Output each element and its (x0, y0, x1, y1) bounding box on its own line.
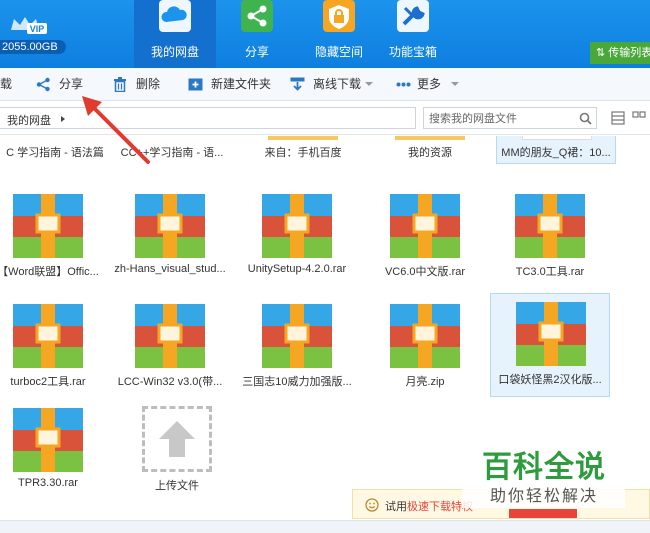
archive-file-icon (390, 304, 460, 368)
watermark-title: 百科全说 (482, 451, 606, 484)
smiley-icon (365, 498, 379, 512)
new-folder-button[interactable]: 新建文件夹 (188, 68, 271, 101)
file-item[interactable]: turboc2工具.rar (0, 296, 108, 400)
tab-label: 我的网盘 (150, 45, 199, 59)
delete-button[interactable]: 删除 (113, 68, 163, 101)
toolbar: 载 分享 删除 新建文件夹 离线下载 更多 (0, 68, 650, 101)
archive-file-icon (262, 194, 332, 258)
folder-item[interactable]: 我的资源 (370, 136, 490, 164)
file-item[interactable]: 月亮.zip (365, 296, 485, 400)
storage-quota: 2055.00GB (0, 40, 66, 54)
watermark: 百科全说 助你轻松解决 (462, 438, 625, 508)
file-name: VC6.0中文版.rar (384, 266, 466, 278)
file-item[interactable]: UnitySetup-4.2.0.rar (237, 186, 357, 290)
chevron-down-icon (365, 82, 373, 86)
archive-file-icon (262, 304, 332, 368)
chevron-down-icon (451, 82, 459, 86)
file-item[interactable]: 三国志10威力加强版... (237, 296, 357, 400)
archive-file-icon (13, 304, 83, 368)
file-name: zh-Hans_visual_stud... (114, 263, 226, 275)
file-name: CC++学习指南 - 语... (120, 147, 224, 159)
more-dots-icon (396, 82, 411, 87)
file-name: C 学习指南 - 语法篇 (6, 147, 104, 159)
cloud-icon (159, 0, 191, 32)
archive-file-icon (390, 194, 460, 258)
list-view-icon[interactable] (611, 111, 625, 125)
file-name: 三国志10威力加强版... (242, 376, 352, 388)
tab-toolbox[interactable]: 功能宝箱 (372, 0, 454, 68)
upload-label: 上传文件 (155, 480, 199, 492)
file-item[interactable]: 【Word联盟】Offic... (0, 186, 108, 290)
file-name: MM的朋友_Q裙：10... (501, 147, 611, 159)
file-name: 口袋妖怪黑2汉化版... (498, 374, 602, 386)
archive-file-icon (13, 194, 83, 258)
archive-file-icon (516, 302, 586, 366)
file-item[interactable]: C 学习指南 - 语法篇 (0, 136, 115, 164)
add-folder-icon (188, 78, 203, 91)
trial-text: 试用极速下载特权 (385, 501, 473, 513)
search-box[interactable] (423, 107, 597, 129)
search-icon[interactable] (579, 112, 592, 125)
file-item[interactable]: VC6.0中文版.rar (365, 186, 485, 290)
tab-label: 隐藏空间 (314, 45, 363, 59)
file-item[interactable]: CC++学习指南 - 语... (112, 136, 232, 164)
file-item[interactable]: 口袋妖怪黑2汉化版... (490, 293, 610, 397)
more-button[interactable]: 更多 (396, 68, 460, 101)
archive-file-icon (515, 194, 585, 258)
trial-cta-button[interactable] (509, 509, 577, 518)
tab-my-disk[interactable]: 我的网盘 (134, 0, 216, 68)
upload-file-button[interactable]: 上传文件 (117, 400, 237, 504)
archive-file-icon (13, 408, 83, 472)
file-name: LCC-Win32 v3.0(带... (117, 376, 223, 388)
file-item[interactable]: zh-Hans_visual_stud... (110, 186, 230, 290)
file-name: 【Word联盟】Offic... (0, 266, 99, 278)
folder-icon (395, 136, 465, 140)
file-item[interactable]: TC3.0工具.rar (490, 186, 610, 290)
share-icon (241, 0, 273, 32)
tab-hidden-space[interactable]: 隐藏空间 (298, 0, 380, 68)
transfer-list-button[interactable]: ⇅ 传输列表 (590, 42, 650, 64)
lock-icon (323, 0, 355, 32)
folder-icon (268, 136, 338, 140)
app-header: VIP 2055.00GB 我的网盘 分享 隐藏空间 功能宝箱 ⇅ 传输列表 (0, 0, 650, 68)
vip-badge: VIP (30, 24, 45, 34)
download-icon (290, 77, 305, 91)
toolbox-icon (397, 0, 429, 32)
watermark-subtitle: 助你轻松解决 (490, 488, 599, 505)
address-row: 我的网盘 (0, 101, 650, 135)
folder-name: 我的资源 (408, 147, 452, 159)
archive-file-icon (135, 194, 205, 258)
file-name: turboc2工具.rar (10, 376, 86, 388)
folder-name: 来自：手机百度 (264, 147, 342, 159)
breadcrumb[interactable]: 我的网盘 (0, 107, 416, 129)
breadcrumb-item[interactable]: 我的网盘 (7, 112, 51, 128)
share-button[interactable]: 分享 (36, 68, 86, 101)
file-name: TC3.0工具.rar (515, 266, 585, 278)
search-input[interactable] (429, 111, 569, 126)
folder-item[interactable]: 来自：手机百度 (243, 136, 363, 164)
status-bar (0, 520, 650, 533)
file-item[interactable]: TPR3.30.rar (0, 400, 108, 504)
file-name: TPR3.30.rar (18, 477, 78, 489)
share-icon (36, 77, 50, 92)
document-icon (522, 136, 592, 140)
tab-label: 功能宝箱 (388, 45, 437, 59)
file-name: 月亮.zip (405, 376, 445, 388)
chevron-right-icon[interactable] (61, 116, 65, 122)
trash-icon (114, 77, 126, 92)
archive-file-icon (135, 304, 205, 368)
grid-view-icon[interactable] (632, 111, 646, 125)
upload-arrow-icon (159, 421, 195, 457)
tab-label: 分享 (244, 45, 269, 59)
file-item[interactable]: LCC-Win32 v3.0(带... (110, 296, 230, 400)
offline-download-button[interactable]: 离线下载 (290, 68, 374, 101)
tab-share[interactable]: 分享 (216, 0, 298, 68)
vip-crown-icon: VIP (11, 17, 47, 34)
upload-dropzone[interactable] (142, 406, 212, 472)
file-name: UnitySetup-4.2.0.rar (247, 263, 347, 275)
file-item[interactable]: MM的朋友_Q裙：10... (496, 136, 616, 164)
transfer-icon: ⇅ (596, 47, 609, 59)
